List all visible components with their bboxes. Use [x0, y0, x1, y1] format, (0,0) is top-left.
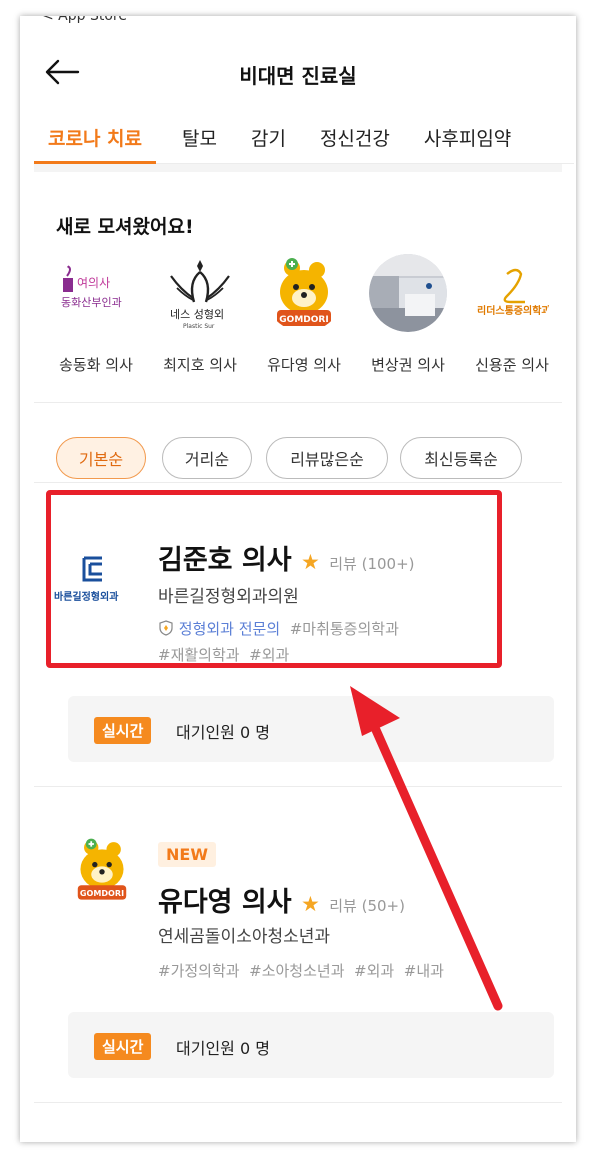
- doctor-name: 유다영 의사 ★ 리뷰 (50+): [158, 880, 405, 919]
- new-doctor-item[interactable]: 여의사 동화산부인과 송동화 의사: [44, 254, 148, 375]
- logo-line2: 동화산부인과: [61, 296, 122, 309]
- doctor-card[interactable]: GOMDORI NEW 유다영 의사 ★ 리뷰 (50+) 연세곰돌이소아청소년…: [34, 786, 562, 1096]
- logo-text: GOMDORI: [80, 889, 124, 898]
- tag: #가정의학과: [158, 962, 240, 980]
- clinic-name: 연세곰돌이소아청소년과: [158, 927, 331, 947]
- doctor-name-text: 유다영 의사: [158, 887, 292, 918]
- tag: #재활의학과: [158, 646, 240, 664]
- divider: [34, 402, 562, 403]
- doctor-name: 변상권 의사: [371, 356, 445, 374]
- tags: 정형외과 전문의 #마취통증의학과 #재활의학과 #외과: [158, 616, 458, 668]
- new-doctor-item[interactable]: 변상권 의사: [356, 254, 460, 375]
- tab-mental-health[interactable]: 정신건강: [320, 110, 390, 164]
- clinic-logo: 리더스통증의학과: [473, 254, 551, 332]
- star-icon: ★: [301, 550, 320, 574]
- new-doctors-row: 여의사 동화산부인과 송동화 의사 네스 성형외 Plastic Sur 최지호…: [34, 254, 574, 394]
- tag: #내과: [403, 962, 444, 980]
- logo-text: 바른길정형외과: [54, 590, 119, 603]
- specialist-tag: 정형외과 전문의: [178, 620, 281, 638]
- tag: #소아청소년과: [249, 962, 345, 980]
- status-bar-back[interactable]: < App Store: [42, 16, 127, 24]
- page-title: 비대면 진료실: [239, 64, 357, 88]
- new-doctor-item[interactable]: 네스 성형외 Plastic Sur 최지호 의사: [148, 254, 252, 375]
- logo-line1: 여의사: [77, 276, 110, 290]
- tab-cold[interactable]: 감기: [251, 110, 286, 164]
- clinic-photo: [369, 254, 447, 332]
- logo-text: GOMDORI: [279, 315, 328, 325]
- clinic-name: 바른길정형외과의원: [158, 587, 299, 607]
- sort-distance-chip[interactable]: 거리순: [162, 437, 252, 479]
- tag: #마취통증의학과: [289, 620, 399, 638]
- tab-contraceptive[interactable]: 사후피임약: [424, 110, 511, 164]
- divider: [34, 1102, 562, 1103]
- doctor-name: 최지호 의사: [163, 356, 237, 374]
- tab-hair-loss[interactable]: 탈모: [182, 110, 217, 164]
- logo-text: 리더스통증의학과: [477, 304, 551, 317]
- gomdori-bear-logo: GOMDORI: [52, 830, 152, 910]
- doctor-name: 김준호 의사 ★ 리뷰 (100+): [158, 538, 415, 577]
- logo-text: 네스 성형외: [170, 308, 224, 321]
- doctor-name-text: 김준호 의사: [158, 545, 292, 576]
- doctor-name: 신용준 의사: [475, 356, 549, 374]
- header: 비대면 진료실: [20, 44, 576, 100]
- wait-count: 대기인원 0 명: [176, 1039, 270, 1058]
- clinic-logo: 바른길정형외과: [52, 542, 152, 622]
- tags: #가정의학과 #소아청소년과 #외과 #내과: [158, 958, 488, 984]
- review-count: 리뷰 (100+): [329, 555, 415, 573]
- category-tabs: 코로나 치료 탈모 감기 정신건강 사후피임약: [34, 110, 574, 164]
- doctor-card[interactable]: 바른길정형외과 김준호 의사 ★ 리뷰 (100+) 바른길정형외과의원 정형외…: [34, 482, 562, 782]
- doctor-name: 유다영 의사: [267, 356, 341, 374]
- shield-icon: [158, 620, 179, 638]
- new-doctors-title: 새로 모셔왔어요!: [56, 216, 194, 238]
- tag: #외과: [249, 646, 290, 664]
- clinic-logo: 여의사 동화산부인과: [57, 254, 135, 332]
- section-divider: [34, 164, 562, 172]
- sort-reviews-chip[interactable]: 리뷰많은순: [266, 437, 388, 479]
- realtime-badge: 실시간: [94, 717, 152, 744]
- star-icon: ★: [301, 892, 320, 916]
- new-doctor-item[interactable]: 리더스통증의학과 신용준 의사: [460, 254, 564, 375]
- gomdori-bear-logo: GOMDORI: [265, 254, 343, 332]
- new-doctor-item[interactable]: GOMDORI 유다영 의사: [252, 254, 356, 375]
- new-badge: NEW: [158, 842, 216, 867]
- logo-sub: Plastic Sur: [183, 323, 215, 330]
- tag: #외과: [354, 962, 395, 980]
- tab-corona[interactable]: 코로나 치료: [34, 110, 157, 164]
- doctor-name: 송동화 의사: [59, 356, 133, 374]
- app-frame: < App Store 비대면 진료실 코로나 치료 탈모 감기 정신건강 사후…: [20, 16, 576, 1142]
- clinic-logo: 네스 성형외 Plastic Sur: [161, 254, 239, 332]
- review-count: 리뷰 (50+): [329, 897, 405, 915]
- sort-newest-chip[interactable]: 최신등록순: [400, 437, 522, 479]
- realtime-status: 실시간 대기인원 0 명: [68, 1012, 554, 1078]
- realtime-status: 실시간 대기인원 0 명: [68, 696, 554, 762]
- sort-default-chip[interactable]: 기본순: [56, 437, 146, 479]
- realtime-badge: 실시간: [94, 1033, 152, 1060]
- wait-count: 대기인원 0 명: [176, 723, 270, 742]
